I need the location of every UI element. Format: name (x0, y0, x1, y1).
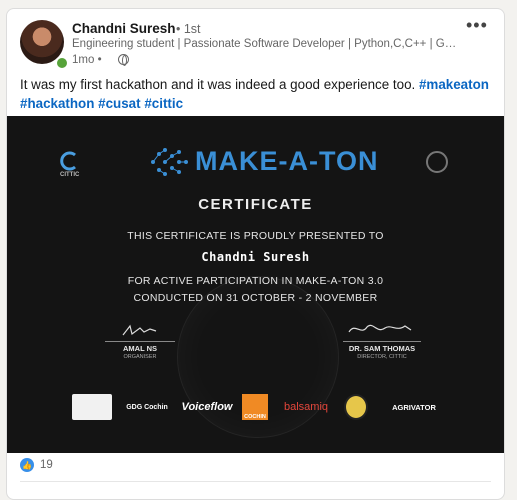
gdg-cochin-logo: GDG Cochin (126, 403, 168, 411)
certificate-heading: CERTIFICATE (198, 196, 313, 213)
post-text: It was my first hackathon and it was ind… (20, 75, 490, 113)
cochin-logo: COCHIN (242, 394, 268, 420)
hashtag-link[interactable]: #cittic (144, 96, 183, 111)
actions-divider (20, 481, 491, 482)
reaction-count: 19 (40, 459, 53, 471)
university-seal-icon (426, 151, 448, 173)
cittic-logo-label: CITTIC (60, 172, 80, 178)
online-status-indicator (55, 56, 69, 70)
voiceflow-logo: Voiceflow (181, 401, 233, 413)
post-time: 1mo • (72, 54, 102, 66)
certificate-line-participation: FOR ACTIVE PARTICIPATION IN MAKE-A-TON 3… (127, 275, 384, 287)
post-card: Chandni Suresh • 1st Engineering student… (6, 8, 505, 500)
globe-icon (118, 54, 129, 66)
organiser-signature-icon (122, 324, 157, 336)
sponsor-logos: GDG Cochin Voiceflow COCHIN balsamiq AGR… (72, 394, 452, 420)
brain-circuit-icon (151, 148, 188, 176)
agrivator-logo: AGRIVATOR (392, 402, 436, 412)
certificate-line-dates: CONDUCTED ON 31 OCTOBER - 2 NOVEMBER (133, 292, 378, 304)
director-signature-icon (348, 324, 412, 333)
cittic-logo-icon (60, 151, 76, 171)
hashtag-link[interactable]: #cusat (98, 96, 140, 111)
connection-degree: • 1st (176, 22, 201, 36)
organiser-name: AMAL NS (122, 344, 158, 353)
hashtag-link[interactable]: #hackathon (20, 96, 94, 111)
reactions-summary[interactable]: 👍 19 (20, 458, 53, 472)
certificate-image[interactable]: CITTIC MAKE-A-TON CERTIFICATE THIS CERTI… (7, 116, 504, 453)
director-name: DR. SAM THOMAS (348, 344, 416, 353)
author-headline[interactable]: Engineering student | Passionate Softwar… (72, 38, 457, 50)
certificate-recipient: Chandni Suresh (201, 250, 310, 264)
post-body: It was my first hackathon and it was ind… (20, 77, 419, 92)
badge-seal-logo-icon (344, 394, 368, 420)
director-signature-line (343, 341, 421, 342)
like-reaction-icon: 👍 (20, 458, 34, 472)
organiser-role: ORGANISER (123, 354, 157, 360)
hashtag-link[interactable]: #makeaton (419, 77, 489, 92)
organiser-signature-line (105, 341, 175, 342)
more-options-button[interactable]: ••• (466, 15, 488, 36)
director-role: DIRECTOR, CITTIC (357, 354, 407, 360)
certificate-line-presented: THIS CERTIFICATE IS PROUDLY PRESENTED TO (127, 230, 384, 242)
event-brand-title: MAKE-A-TON (195, 146, 379, 176)
balsamiq-logo: balsamiq (283, 401, 329, 413)
developer-student-club-logo-icon (72, 394, 112, 420)
author-name[interactable]: Chandni Suresh (72, 21, 176, 36)
